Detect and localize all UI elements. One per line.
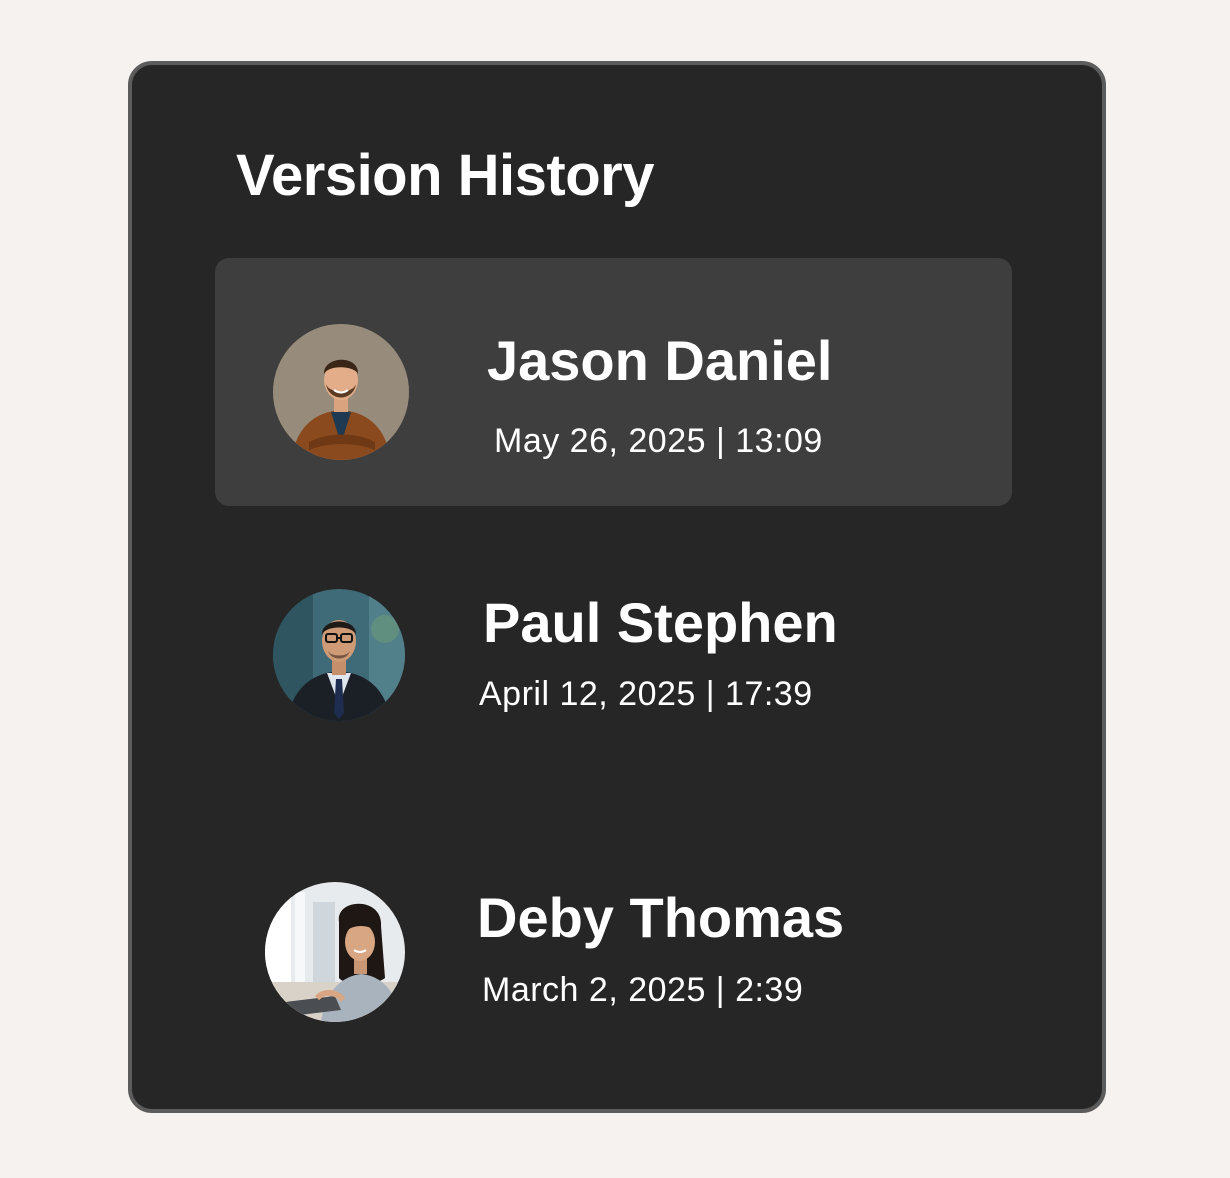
avatar-photo-icon (273, 324, 409, 460)
avatar (273, 589, 405, 721)
version-author-name: Deby Thomas (477, 886, 845, 949)
version-timestamp: March 2, 2025 | 2:39 (482, 971, 804, 1009)
version-timestamp: April 12, 2025 | 17:39 (479, 675, 813, 713)
avatar (265, 882, 405, 1022)
avatar-photo-icon (265, 882, 405, 1022)
version-author-name: Jason Daniel (487, 329, 833, 392)
version-item-jason-daniel[interactable]: Jason Daniel May 26, 2025 | 13:09 (215, 258, 1012, 506)
version-history-panel: Version History Jason Daniel May 26, 202… (128, 61, 1106, 1113)
avatar (273, 324, 409, 460)
avatar-photo-icon (273, 589, 405, 721)
version-author-name: Paul Stephen (483, 591, 838, 654)
panel-title: Version History (236, 143, 654, 208)
version-timestamp: May 26, 2025 | 13:09 (494, 422, 823, 460)
version-item-paul-stephen[interactable]: Paul Stephen April 12, 2025 | 17:39 (215, 565, 1012, 813)
version-item-deby-thomas[interactable]: Deby Thomas March 2, 2025 | 2:39 (215, 858, 1012, 1106)
